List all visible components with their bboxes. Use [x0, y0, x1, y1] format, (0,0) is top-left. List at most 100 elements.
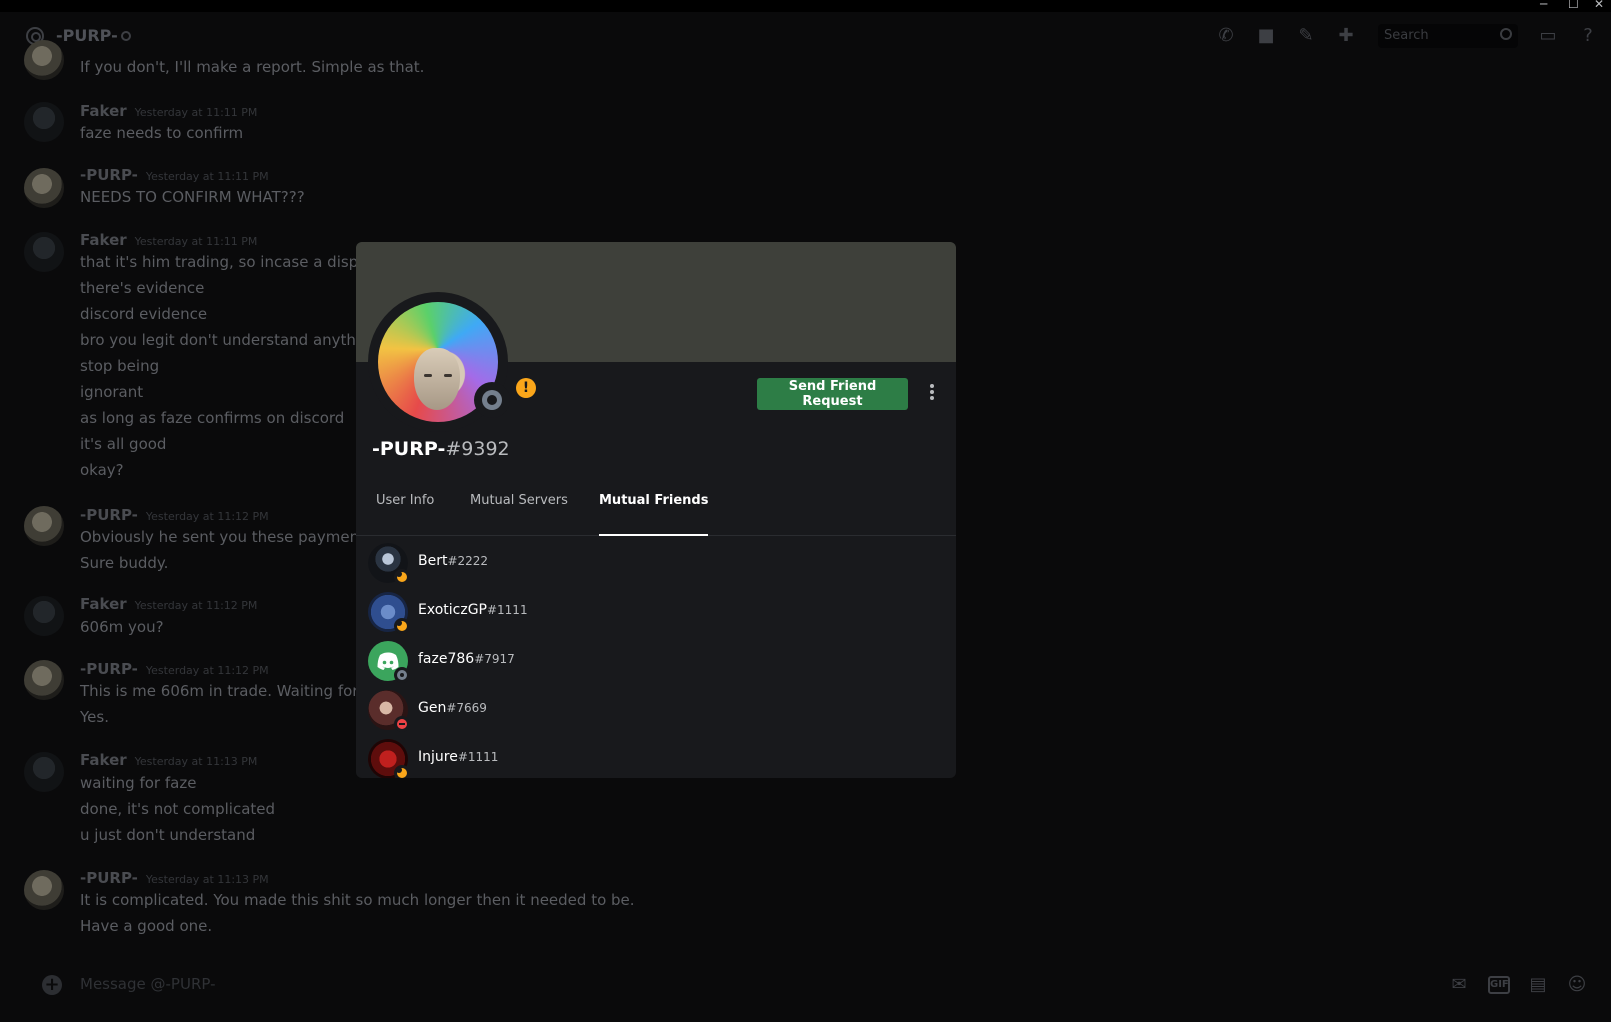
- more-options-icon[interactable]: [926, 382, 938, 406]
- friend-tag: #1111: [486, 603, 528, 617]
- friend-name: Injure#1111: [418, 749, 499, 765]
- message-author[interactable]: Faker Yesterday at 11:11 PM: [80, 231, 257, 249]
- message-text: that it's him trading, so incase a dispu…: [80, 253, 400, 271]
- message-timestamp: Yesterday at 11:13 PM: [145, 873, 269, 886]
- search-icon: [1500, 28, 1512, 40]
- idle-status-icon: [394, 618, 410, 634]
- message-timestamp: Yesterday at 11:11 PM: [145, 170, 269, 183]
- search-input[interactable]: Search: [1378, 24, 1518, 48]
- message-text: stop being: [80, 357, 160, 375]
- video-icon[interactable]: ■: [1256, 26, 1276, 46]
- search-placeholder: Search: [1384, 28, 1429, 43]
- gift-icon[interactable]: ✉: [1448, 975, 1470, 995]
- message-author[interactable]: Faker Yesterday at 11:13 PM: [80, 751, 257, 769]
- message-author[interactable]: -PURP- Yesterday at 11:12 PM: [80, 506, 269, 524]
- message-text: Yes.: [80, 708, 109, 726]
- message-author[interactable]: Faker Yesterday at 11:12 PM: [80, 595, 257, 613]
- message-text: u just don't understand: [80, 826, 256, 844]
- list-item[interactable]: Bert#2222: [368, 543, 944, 587]
- message-timestamp: Yesterday at 11:12 PM: [145, 664, 269, 677]
- inbox-icon[interactable]: ▭: [1538, 26, 1558, 46]
- help-icon[interactable]: ?: [1578, 26, 1598, 46]
- message-text: waiting for faze: [80, 774, 197, 792]
- friend-tag: #7669: [446, 701, 487, 715]
- upload-plus-icon[interactable]: +: [42, 975, 62, 995]
- friend-name: Gen#7669: [418, 700, 487, 716]
- message-author[interactable]: -PURP- Yesterday at 11:12 PM: [80, 660, 269, 678]
- channel-header: [0, 12, 1611, 58]
- friend-tag: #1111: [457, 750, 499, 764]
- message-text: faze needs to confirm: [80, 124, 244, 142]
- message-text: This is me 606m in trade. Waiting for yo…: [80, 682, 391, 700]
- friend-name: faze786#7917: [418, 651, 515, 667]
- phone-call-icon[interactable]: ✆: [1216, 26, 1236, 46]
- avatar[interactable]: [24, 506, 64, 546]
- pin-icon[interactable]: ✎: [1296, 26, 1316, 46]
- friend-name: ExoticzGP#1111: [418, 602, 528, 618]
- message-text: Have a good one.: [80, 917, 213, 935]
- message-text: Sure buddy.: [80, 554, 169, 572]
- warning-icon[interactable]: !: [516, 378, 536, 398]
- message-text: 606m you?: [80, 618, 164, 636]
- message-text: it's all good: [80, 435, 167, 453]
- message-text: If you don't, I'll make a report. Simple…: [80, 58, 425, 76]
- list-item[interactable]: ExoticzGP#1111: [368, 592, 944, 636]
- idle-status-icon: [394, 569, 410, 585]
- message-composer: + Message @-PURP- ✉ GIF ▤ ☺: [0, 958, 1611, 1022]
- status-icon: [121, 31, 131, 41]
- user-profile-modal: ! Send Friend Request -PURP-#9392 User I…: [356, 242, 956, 778]
- avatar[interactable]: [24, 870, 64, 910]
- message-author[interactable]: Faker Yesterday at 11:11 PM: [80, 102, 257, 120]
- message-text: okay?: [80, 461, 124, 479]
- message-text: as long as faze confirms on discord: [80, 409, 345, 427]
- message-timestamp: Yesterday at 11:11 PM: [134, 106, 258, 119]
- friend-tag: #7917: [474, 652, 515, 666]
- window-titlebar: ─ ☐ ✕: [0, 0, 1611, 12]
- message-timestamp: Yesterday at 11:11 PM: [134, 235, 258, 248]
- tab-mutual-servers[interactable]: Mutual Servers: [470, 486, 568, 536]
- message-text: discord evidence: [80, 305, 208, 323]
- close-icon[interactable]: ✕: [1594, 0, 1604, 11]
- maximize-icon[interactable]: ☐: [1568, 0, 1579, 11]
- message-author[interactable]: -PURP- Yesterday at 11:13 PM: [80, 869, 269, 887]
- gif-icon[interactable]: GIF: [1488, 976, 1510, 994]
- channel-name: -PURP-: [56, 26, 118, 45]
- message-author[interactable]: -PURP- Yesterday at 11:11 PM: [80, 166, 269, 184]
- avatar[interactable]: [24, 660, 64, 700]
- avatar[interactable]: [24, 752, 64, 792]
- friend-name: Bert#2222: [418, 553, 489, 569]
- message-input[interactable]: Message @-PURP-: [80, 975, 216, 993]
- tab-mutual-friends[interactable]: Mutual Friends: [599, 486, 709, 536]
- emoji-icon[interactable]: ☺: [1566, 975, 1588, 995]
- message-text: done, it's not complicated: [80, 800, 276, 818]
- add-friend-icon[interactable]: ✚: [1336, 26, 1356, 46]
- offline-status-icon: [482, 390, 502, 410]
- friend-tag: #2222: [447, 554, 489, 568]
- avatar[interactable]: [24, 232, 64, 272]
- offline-status-icon: [394, 667, 410, 683]
- profile-username: -PURP-#9392: [372, 438, 510, 460]
- profile-discriminator: #9392: [445, 438, 510, 460]
- avatar[interactable]: [24, 596, 64, 636]
- avatar[interactable]: [24, 40, 64, 80]
- message-timestamp: Yesterday at 11:13 PM: [134, 755, 258, 768]
- message-text: there's evidence: [80, 279, 205, 297]
- list-item[interactable]: Injure#1111: [368, 739, 944, 778]
- sticker-icon[interactable]: ▤: [1527, 975, 1549, 995]
- message-timestamp: Yesterday at 11:12 PM: [134, 599, 258, 612]
- tab-user-info[interactable]: User Info: [376, 486, 434, 536]
- message-text: Obviously he sent you these payments? H: [80, 528, 397, 546]
- list-item[interactable]: Gen#7669: [368, 690, 944, 734]
- mutual-friends-list: Bert#2222 ExoticzGP#1111 faze786#7917 Ge…: [356, 537, 956, 778]
- avatar[interactable]: [24, 168, 64, 208]
- message-text: bro you legit don't understand anything …: [80, 331, 400, 349]
- message-text: It is complicated. You made this shit so…: [80, 891, 635, 909]
- list-item[interactable]: faze786#7917: [368, 641, 944, 685]
- send-friend-request-button[interactable]: Send Friend Request: [757, 378, 908, 410]
- profile-tabs: User Info Mutual Servers Mutual Friends: [356, 486, 956, 536]
- idle-status-icon: [394, 765, 410, 778]
- message-text: NEEDS TO CONFIRM WHAT???: [80, 188, 305, 206]
- avatar[interactable]: [24, 102, 64, 142]
- minimize-icon[interactable]: ─: [1540, 0, 1547, 11]
- message-timestamp: Yesterday at 11:12 PM: [145, 510, 269, 523]
